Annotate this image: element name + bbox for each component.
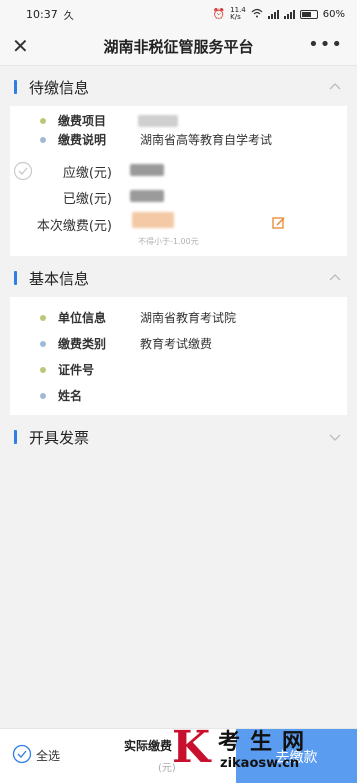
bullet-dot — [40, 136, 46, 143]
clock: 10:37 — [26, 7, 58, 21]
section-accent — [14, 80, 17, 94]
type-value: 教育考试缴费 — [140, 337, 213, 351]
section-accent — [14, 430, 17, 444]
paid-label: 已缴(元) — [62, 192, 112, 207]
close-icon[interactable]: ✕ — [12, 36, 29, 56]
this-pay-label: 本次缴费(元) — [36, 219, 112, 234]
name-row: 姓名 — [40, 387, 118, 404]
pay-item-label: 缴费项目 — [58, 114, 107, 128]
pay-button[interactable]: 去缴款 — [236, 729, 357, 783]
select-all-check-icon[interactable] — [12, 744, 32, 764]
chevron-up-icon[interactable] — [329, 272, 341, 284]
section-pending-header[interactable]: 待缴信息 — [0, 68, 357, 106]
section-basic-header[interactable]: 基本信息 — [0, 259, 357, 297]
section-title: 开具发票 — [29, 428, 90, 447]
bullet-dot — [40, 314, 46, 321]
this-pay-input-redacted[interactable] — [132, 212, 174, 228]
bullet-dot — [40, 366, 46, 373]
pay-item-value-redacted — [138, 114, 178, 127]
basic-panel: 单位信息 湖南省教育考试院 缴费类别 教育考试缴费 证件号 姓名 — [10, 297, 347, 415]
unit-label: 单位信息 — [58, 311, 107, 325]
due-value-redacted — [130, 164, 164, 176]
pay-item-row: 缴费项目 — [40, 112, 178, 129]
battery-icon — [299, 9, 318, 19]
app-bar: ✕ 湖南非税征管服务平台 ••• — [0, 28, 357, 66]
unit-row: 单位信息 湖南省教育考试院 — [40, 309, 236, 326]
net-speed: 11.4 K/s — [230, 6, 246, 21]
page-title: 湖南非税征管服务平台 — [103, 38, 254, 56]
signal-icon-2 — [283, 9, 295, 19]
pay-desc-row: 缴费说明 湖南省高等教育自学考试 — [40, 131, 272, 148]
wifi-icon — [251, 8, 263, 21]
id-label: 证件号 — [58, 363, 95, 377]
bullet-dot — [40, 392, 46, 399]
section-accent — [14, 271, 17, 285]
alarm-icon: ⏰ — [212, 8, 226, 20]
edit-icon[interactable] — [272, 216, 286, 230]
pay-desc-label: 缴费说明 — [58, 133, 107, 147]
bullet-dot — [40, 340, 46, 347]
min-amount-hint: 不得小于-1.00元 — [138, 237, 199, 246]
chevron-up-icon[interactable] — [329, 81, 341, 93]
due-label: 应缴(元) — [62, 166, 112, 181]
chevron-down-icon[interactable] — [329, 431, 341, 443]
paid-value-redacted — [130, 190, 164, 202]
battery-level: 60% — [322, 8, 345, 20]
status-bar: 10:37 久 ⏰ 11.4 K/s 60% — [0, 0, 357, 28]
section-invoice-header[interactable]: 开具发票 — [0, 418, 357, 456]
actual-pay-label: 实际缴费 — [124, 739, 173, 753]
type-label: 缴费类别 — [58, 337, 107, 351]
id-row: 证件号 — [40, 361, 118, 378]
section-title: 基本信息 — [29, 269, 90, 288]
bottom-bar: 全选 实际缴费 (元) 去缴款 — [0, 728, 357, 783]
bullet-dot — [40, 117, 46, 124]
select-all-label[interactable]: 全选 — [36, 747, 60, 764]
pending-panel: 缴费项目 缴费说明 湖南省高等教育自学考试 应缴(元) 已缴(元) 本次缴费(元… — [10, 106, 347, 256]
type-row: 缴费类别 教育考试缴费 — [40, 335, 212, 352]
name-label: 姓名 — [58, 389, 83, 403]
notification-icon: 久 — [63, 10, 74, 22]
pay-desc-value: 湖南省高等教育自学考试 — [140, 133, 273, 147]
actual-pay-unit: (元) — [158, 763, 176, 774]
signal-icon — [267, 9, 279, 19]
more-icon[interactable]: ••• — [308, 34, 343, 55]
section-title: 待缴信息 — [29, 78, 90, 97]
unit-value: 湖南省教育考试院 — [140, 311, 237, 325]
